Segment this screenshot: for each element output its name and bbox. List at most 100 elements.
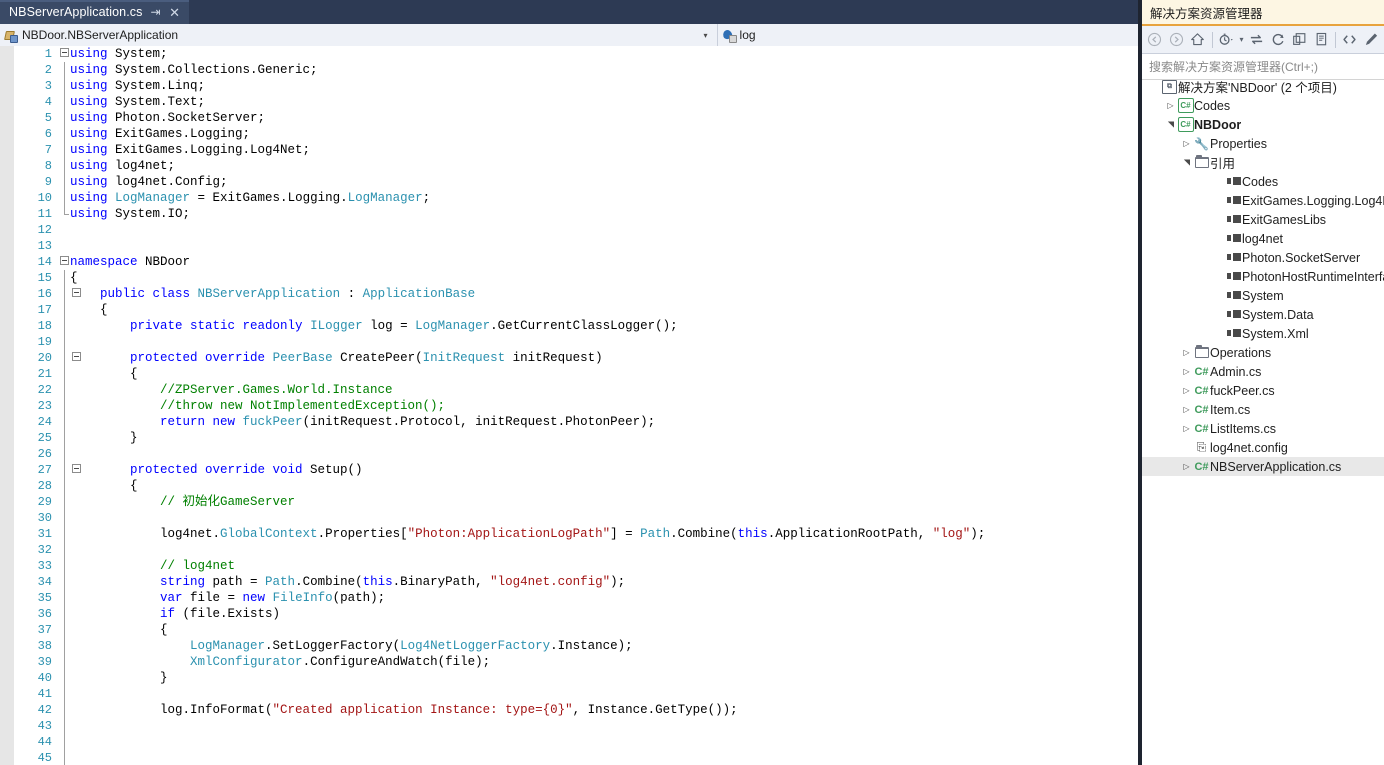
code-token: { — [70, 623, 168, 637]
tree-item-log4net.config[interactable]: ▷⎘log4net.config — [1142, 438, 1384, 457]
tree-item-system[interactable]: ▷System — [1142, 286, 1384, 305]
chevron-right-icon[interactable]: ▷ — [1180, 462, 1193, 471]
tree-item-admin.cs[interactable]: ▷ C# Admin.cs — [1142, 362, 1384, 381]
chevron-right-icon[interactable]: ▷ — [1180, 348, 1193, 357]
tree-item--nbdoor-2-[interactable]: ▷⧉解决方案'NBDoor' (2 个项目) — [1142, 77, 1384, 96]
code-line[interactable]: 45 — [0, 750, 1140, 765]
code-token: GlobalContext — [220, 527, 318, 541]
chevron-down-icon[interactable]: ◢ — [1166, 118, 1175, 131]
code-line[interactable]: 43 — [0, 718, 1140, 734]
code-line[interactable]: 41 — [0, 686, 1140, 702]
code-line[interactable]: 11 using System.IO; — [0, 206, 1140, 222]
code-line[interactable]: 18 private static readonly ILogger log =… — [0, 318, 1140, 334]
code-line[interactable]: 38 LogManager.SetLoggerFactory(Log4NetLo… — [0, 638, 1140, 654]
line-number: 44 — [37, 735, 52, 749]
refresh-icon[interactable] — [1267, 29, 1289, 51]
tree-item-label: Admin.cs — [1210, 364, 1262, 379]
code-line[interactable]: 16 public class NBServerApplication : Ap… — [0, 286, 1140, 302]
code-line[interactable]: 23 //throw new NotImplementedException()… — [0, 398, 1140, 414]
code-line[interactable]: 21 { — [0, 366, 1140, 382]
view-code-icon[interactable] — [1339, 29, 1361, 51]
code-token: LogManager — [115, 191, 191, 205]
code-line[interactable]: 20 protected override PeerBase CreatePee… — [0, 350, 1140, 366]
tree-item-nbserverapplication.cs[interactable]: ▷ C# NBServerApplication.cs — [1142, 457, 1384, 476]
chevron-right-icon[interactable]: ▷ — [1180, 405, 1193, 414]
tree-item-exitgames.logging.log4net[interactable]: ▷ExitGames.Logging.Log4Net — [1142, 191, 1384, 210]
code-line[interactable]: 4 using System.Text; — [0, 94, 1140, 110]
code-line[interactable]: 12 — [0, 222, 1140, 238]
code-line[interactable]: 6 using ExitGames.Logging; — [0, 126, 1140, 142]
chevron-right-icon[interactable]: ▷ — [1180, 424, 1193, 433]
code-line[interactable]: 22 //ZPServer.Games.World.Instance — [0, 382, 1140, 398]
fold-toggle-icon[interactable] — [60, 256, 69, 265]
code-line[interactable]: 14 namespace NBDoor — [0, 254, 1140, 270]
pending-changes-icon[interactable] — [1216, 29, 1238, 51]
code-line[interactable]: 34 string path = Path.Combine(this.Binar… — [0, 574, 1140, 590]
tree-item-photonhostruntimeinterfaces[interactable]: ▷PhotonHostRuntimeInterfaces — [1142, 267, 1384, 286]
code-line[interactable]: 1 using System; — [0, 46, 1140, 62]
show-all-files-icon[interactable] — [1311, 29, 1333, 51]
tree-item-item.cs[interactable]: ▷ C# Item.cs — [1142, 400, 1384, 419]
tree-item-properties[interactable]: ▷ 🔧 Properties — [1142, 134, 1384, 153]
tree-item-system.data[interactable]: ▷System.Data — [1142, 305, 1384, 324]
tree-item-system.xml[interactable]: ▷System.Xml — [1142, 324, 1384, 343]
chevron-right-icon[interactable]: ▷ — [1180, 386, 1193, 395]
code-line[interactable]: 29 // 初始化GameServer — [0, 494, 1140, 510]
code-line[interactable]: 15 { — [0, 270, 1140, 286]
chevron-right-icon[interactable]: ▷ — [1164, 101, 1177, 110]
tree-item-exitgameslibs[interactable]: ▷ExitGamesLibs — [1142, 210, 1384, 229]
chevron-right-icon[interactable]: ▷ — [1180, 367, 1193, 376]
editor-tab-nbserverapplication[interactable]: NBServerApplication.cs ⇥ ✕ — [0, 0, 189, 24]
code-line[interactable]: 8 using log4net; — [0, 158, 1140, 174]
code-line[interactable]: 27 protected override void Setup() — [0, 462, 1140, 478]
tree-item-log4net[interactable]: ▷log4net — [1142, 229, 1384, 248]
tree-item-listitems.cs[interactable]: ▷ C# ListItems.cs — [1142, 419, 1384, 438]
tree-item-nbdoor[interactable]: ◢ C# NBDoor — [1142, 115, 1384, 134]
code-line[interactable]: 5 using Photon.SocketServer; — [0, 110, 1140, 126]
code-line[interactable]: 44 — [0, 734, 1140, 750]
code-line[interactable]: 37 { — [0, 622, 1140, 638]
code-line[interactable]: 40 } — [0, 670, 1140, 686]
tree-item-codes[interactable]: ▷Codes — [1142, 172, 1384, 191]
tree-item-fuckpeer.cs[interactable]: ▷ C# fuckPeer.cs — [1142, 381, 1384, 400]
sync-with-editor-icon[interactable] — [1246, 29, 1268, 51]
code-line[interactable]: 24 return new fuckPeer(initRequest.Proto… — [0, 414, 1140, 430]
code-line[interactable]: 17 { — [0, 302, 1140, 318]
code-line[interactable]: 36 if (file.Exists) — [0, 606, 1140, 622]
code-line[interactable]: 32 — [0, 542, 1140, 558]
code-editor-surface[interactable]: 1 using System; 2 using System.Collections.… — [0, 46, 1140, 765]
code-line[interactable]: 10 using LogManager = ExitGames.Logging.L… — [0, 190, 1140, 206]
code-line[interactable]: 28 { — [0, 478, 1140, 494]
code-line[interactable]: 2 using System.Collections.Generic; — [0, 62, 1140, 78]
chevron-down-icon[interactable]: ▾ — [699, 31, 713, 40]
collapse-all-icon[interactable] — [1289, 29, 1311, 51]
pending-changes-dropdown-icon[interactable]: ▾ — [1237, 29, 1246, 51]
code-line[interactable]: 31 log4net.GlobalContext.Properties["Pho… — [0, 526, 1140, 542]
tree-item-operations[interactable]: ▷ Operations — [1142, 343, 1384, 362]
code-line[interactable]: 30 — [0, 510, 1140, 526]
member-dropdown[interactable]: log — [717, 24, 1140, 46]
fold-toggle-icon[interactable] — [60, 48, 69, 57]
code-line[interactable]: 26 — [0, 446, 1140, 462]
chevron-down-icon[interactable]: ◢ — [1182, 156, 1191, 169]
code-line[interactable]: 9 using log4net.Config; — [0, 174, 1140, 190]
code-line[interactable]: 42 log.InfoFormat("Created application I… — [0, 702, 1140, 718]
tree-item--[interactable]: ◢ 引用 — [1142, 153, 1384, 172]
pin-icon[interactable]: ⇥ — [150, 6, 162, 18]
code-line[interactable]: 3 using System.Linq; — [0, 78, 1140, 94]
code-line[interactable]: 7 using ExitGames.Logging.Log4Net; — [0, 142, 1140, 158]
close-icon[interactable]: ✕ — [169, 6, 181, 19]
tree-item-photon.socketserver[interactable]: ▷Photon.SocketServer — [1142, 248, 1384, 267]
code-line[interactable]: 13 — [0, 238, 1140, 254]
code-line[interactable]: 33 // log4net — [0, 558, 1140, 574]
home-icon[interactable] — [1187, 29, 1209, 51]
view-designer-icon[interactable] — [1361, 29, 1383, 51]
tree-item-codes[interactable]: ▷ C# Codes — [1142, 96, 1384, 115]
code-line[interactable]: 35 var file = new FileInfo(path); — [0, 590, 1140, 606]
chevron-right-icon[interactable]: ▷ — [1180, 139, 1193, 148]
code-line[interactable]: 25 } — [0, 430, 1140, 446]
code-line[interactable]: 39 XmlConfigurator.ConfigureAndWatch(fil… — [0, 654, 1140, 670]
type-dropdown[interactable]: NBDoor.NBServerApplication ▾ — [0, 24, 718, 46]
code-line[interactable]: 19 — [0, 334, 1140, 350]
